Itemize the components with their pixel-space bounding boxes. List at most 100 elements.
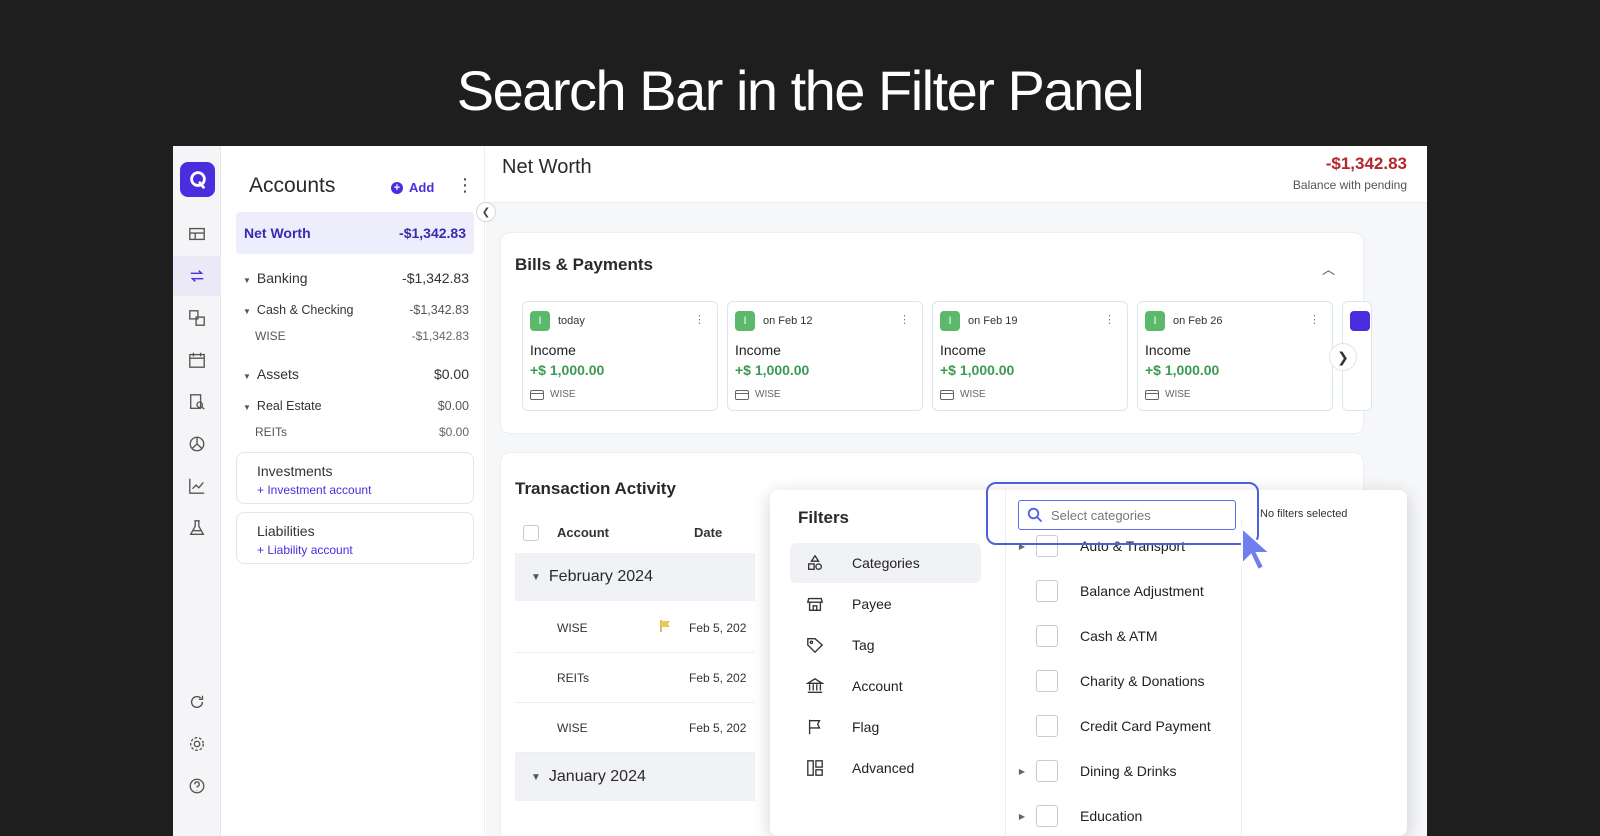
filter-menu-account[interactable]: Account xyxy=(790,666,981,706)
bill-card[interactable]: Ion Feb 26 ⋮ Income +$ 1,000.00 WISE xyxy=(1137,301,1333,411)
bill-date: today xyxy=(558,315,585,327)
bill-card[interactable]: Itoday ⋮ Income +$ 1,000.00 WISE xyxy=(522,301,718,411)
category-checkbox[interactable] xyxy=(1036,580,1058,602)
row-account: REITs xyxy=(557,671,590,685)
sidebar-subgroup-cash-checking[interactable]: ▼ Cash & Checking -$1,342.83 xyxy=(243,303,469,317)
category-checkbox[interactable] xyxy=(1036,715,1058,737)
add-investment-link[interactable]: + Investment account xyxy=(257,483,453,497)
caret-down-icon: ▼ xyxy=(243,403,251,412)
bill-date: on Feb 12 xyxy=(763,315,813,327)
category-option-charity-donations[interactable]: Charity & Donations xyxy=(1008,666,1228,696)
month-group-header[interactable]: ▼ January 2024 xyxy=(515,753,755,801)
bill-account: WISE xyxy=(960,389,986,400)
bill-badge: I xyxy=(530,311,550,331)
account-value: $0.00 xyxy=(438,425,469,439)
sidebar-item-wise[interactable]: WISE -$1,342.83 xyxy=(243,329,469,343)
balance-value: -$1,342.83 xyxy=(1325,154,1407,173)
more-vertical-icon[interactable]: ⋮ xyxy=(899,313,910,326)
account-value: -$1,342.83 xyxy=(411,329,469,343)
caret-down-icon: ▼ xyxy=(243,372,251,381)
flag-icon[interactable] xyxy=(659,619,673,636)
subgroup-label: Cash & Checking xyxy=(256,303,354,317)
row-date: Feb 5, 202 xyxy=(689,721,747,735)
transactions-title: Transaction Activity xyxy=(515,479,676,498)
calendar-icon[interactable] xyxy=(173,340,221,380)
bill-amount: +$ 1,000.00 xyxy=(530,362,605,378)
category-option-credit-card-payment[interactable]: Credit Card Payment xyxy=(1008,711,1228,741)
bill-name: Income xyxy=(1145,342,1191,358)
help-icon[interactable] xyxy=(173,766,221,806)
accounts-icon[interactable] xyxy=(173,298,221,338)
category-search-input[interactable] xyxy=(1051,507,1221,523)
investments-chart-icon[interactable] xyxy=(173,466,221,506)
filter-menu-label: Payee xyxy=(852,596,892,612)
sidebar-group-assets[interactable]: ▼ Assets $0.00 xyxy=(243,366,469,382)
select-all-checkbox[interactable] xyxy=(523,525,539,546)
category-label: Credit Card Payment xyxy=(1080,718,1211,734)
category-checkbox[interactable] xyxy=(1036,805,1058,827)
table-row[interactable]: WISE Feb 5, 202 xyxy=(515,703,755,753)
sidebar-subgroup-real-estate[interactable]: ▼ Real Estate $0.00 xyxy=(243,399,469,413)
app-logo-icon[interactable] xyxy=(180,162,215,197)
bill-amount: +$ 1,000.00 xyxy=(735,362,810,378)
filter-menu-categories[interactable]: Categories xyxy=(790,543,981,583)
filter-menu-advanced[interactable]: Advanced xyxy=(790,748,981,788)
filter-menu-tag[interactable]: Tag xyxy=(790,625,981,665)
page-title: Net Worth xyxy=(502,156,592,178)
settings-icon[interactable] xyxy=(173,724,221,764)
liabilities-title: Liabilities xyxy=(257,523,315,539)
sidebar-item-reits[interactable]: REITs $0.00 xyxy=(243,425,469,439)
net-worth-row[interactable]: Net Worth -$1,342.83 xyxy=(236,212,474,254)
category-option-balance-adjustment[interactable]: Balance Adjustment xyxy=(1008,576,1228,606)
more-vertical-icon[interactable]: ⋮ xyxy=(1309,313,1320,326)
category-checkbox[interactable] xyxy=(1036,760,1058,782)
liabilities-card: Liabilities + Liability account xyxy=(236,512,474,564)
collapse-sidebar-button[interactable]: ❮ xyxy=(476,202,496,222)
category-option-dining-drinks[interactable]: ▶ Dining & Drinks xyxy=(1008,756,1228,786)
category-checkbox[interactable] xyxy=(1036,625,1058,647)
bill-card[interactable]: Ion Feb 12 ⋮ Income +$ 1,000.00 WISE xyxy=(727,301,923,411)
bill-card[interactable]: Ion Feb 19 ⋮ Income +$ 1,000.00 WISE xyxy=(932,301,1128,411)
lab-flask-icon[interactable] xyxy=(173,508,221,548)
next-bills-button[interactable]: ❯ xyxy=(1329,343,1357,371)
subgroup-label: Real Estate xyxy=(256,399,322,413)
headline: Search Bar in the Filter Panel xyxy=(456,59,1145,122)
more-vertical-icon[interactable]: ⋮ xyxy=(456,176,474,194)
chevron-up-icon[interactable]: ︿ xyxy=(1322,259,1335,278)
caret-right-icon[interactable]: ▶ xyxy=(1008,812,1036,821)
refresh-icon[interactable] xyxy=(173,682,221,722)
caret-right-icon[interactable]: ▶ xyxy=(1008,767,1036,776)
more-vertical-icon[interactable]: ⋮ xyxy=(1104,313,1115,326)
category-checkbox[interactable] xyxy=(1036,670,1058,692)
filter-menu-payee[interactable]: Payee xyxy=(790,584,981,624)
account-label: WISE xyxy=(255,329,286,343)
add-account-button[interactable]: + Add xyxy=(391,180,434,195)
month-group-header[interactable]: ▼ February 2024 xyxy=(515,553,755,601)
category-option-education[interactable]: ▶ Education xyxy=(1008,801,1228,831)
more-vertical-icon[interactable]: ⋮ xyxy=(694,313,705,326)
reports-search-icon[interactable] xyxy=(173,382,221,422)
flag-icon xyxy=(790,718,852,736)
transactions-icon[interactable] xyxy=(173,256,221,296)
chevron-right-icon: ❯ xyxy=(1337,348,1349,365)
category-search-box[interactable] xyxy=(1018,500,1236,530)
column-account[interactable]: Account xyxy=(557,525,609,540)
sidebar-group-banking[interactable]: ▼ Banking -$1,342.83 xyxy=(243,270,469,286)
dashboard-icon[interactable] xyxy=(173,214,221,254)
net-worth-label: Net Worth xyxy=(244,225,311,241)
mouse-cursor-icon xyxy=(1241,526,1273,572)
add-liability-link[interactable]: + Liability account xyxy=(257,543,453,557)
column-date[interactable]: Date xyxy=(694,525,722,540)
bill-badge xyxy=(1350,311,1370,331)
bills-panel: Bills & Payments ︿ Itoday ⋮ Income +$ 1,… xyxy=(500,232,1372,434)
account-label: REITs xyxy=(255,425,288,439)
filter-menu-flag[interactable]: Flag xyxy=(790,707,981,747)
tag-icon xyxy=(790,636,852,654)
table-row[interactable]: WISE Feb 5, 202 xyxy=(515,603,755,653)
table-row[interactable]: REITs Feb 5, 202 xyxy=(515,653,755,703)
budget-pie-icon[interactable] xyxy=(173,424,221,464)
category-label: Education xyxy=(1080,808,1143,824)
bill-badge: I xyxy=(1145,311,1165,331)
category-label: Balance Adjustment xyxy=(1080,583,1204,599)
category-option-cash-atm[interactable]: Cash & ATM xyxy=(1008,621,1228,651)
